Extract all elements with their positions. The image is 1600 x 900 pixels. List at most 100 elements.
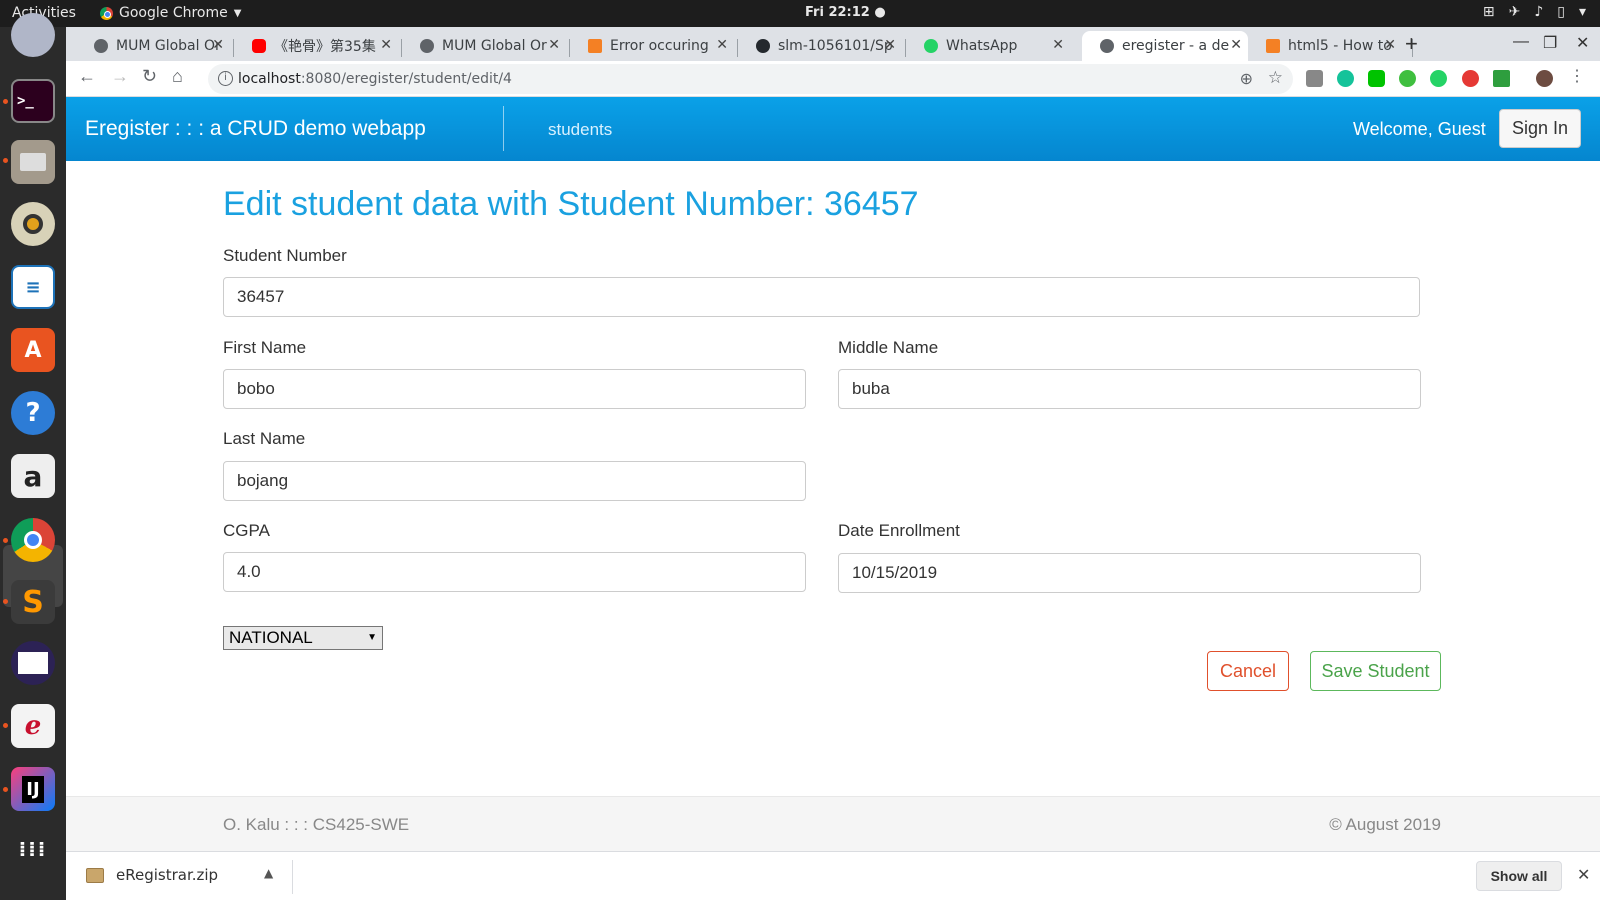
stackoverflow-icon <box>1266 39 1280 53</box>
browser-toolbar: ← → ↻ ⌂ i localhost:8080/eregister/stude… <box>66 61 1600 97</box>
amazon-icon[interactable]: a <box>11 454 55 498</box>
whatsapp-extension-icon[interactable] <box>1430 70 1447 87</box>
cgpa-input[interactable] <box>223 552 806 592</box>
student-number-input[interactable] <box>223 277 1420 317</box>
back-icon[interactable]: ← <box>78 66 96 87</box>
system-tray[interactable]: ⊞ ✈ ♪ ▯ ▾ <box>1483 4 1586 20</box>
github-icon <box>756 39 770 53</box>
help-icon[interactable]: ? <box>11 391 55 435</box>
globe-icon <box>420 39 434 53</box>
running-indicator <box>3 787 8 792</box>
chrome-icon[interactable] <box>11 518 55 562</box>
sign-in-button[interactable]: Sign In <box>1499 109 1581 148</box>
page-title: Edit student data with Student Number: 3… <box>223 185 919 223</box>
date-enrollment-label: Date Enrollment <box>838 521 960 540</box>
zoom-icon[interactable]: ⊕ <box>1240 69 1253 89</box>
last-name-label: Last Name <box>223 429 306 448</box>
rhythmbox-icon[interactable] <box>11 202 55 246</box>
stackoverflow-icon <box>588 39 602 53</box>
close-download-bar-icon[interactable]: ✕ <box>1577 865 1590 884</box>
address-bar[interactable]: i localhost:8080/eregister/student/edit/… <box>208 64 1293 94</box>
close-tab-icon[interactable]: ✕ <box>1052 37 1064 53</box>
close-tab-icon[interactable]: ✕ <box>548 37 560 53</box>
page-footer: O. Kalu : : : CS425-SWE © August 2019 <box>66 796 1600 851</box>
youtube-icon <box>252 39 266 53</box>
url-text: localhost:8080/eregister/student/edit/4 <box>238 71 512 87</box>
eclipse-icon[interactable] <box>11 641 55 685</box>
line-icon[interactable] <box>1368 70 1385 87</box>
extension-cube-icon[interactable] <box>1306 70 1323 87</box>
close-tab-icon[interactable]: ✕ <box>716 37 728 53</box>
globe-icon <box>94 39 108 53</box>
running-indicator <box>3 599 8 604</box>
software-center-icon[interactable]: A <box>11 328 55 372</box>
clock[interactable]: Fri 22:12 ● <box>805 5 886 20</box>
site-info-icon[interactable]: i <box>218 71 233 86</box>
forward-icon[interactable]: → <box>111 66 129 87</box>
close-tab-icon[interactable]: ✕ <box>380 37 392 53</box>
welcome-text: Welcome, Guest <box>1353 119 1486 139</box>
first-name-input[interactable] <box>223 369 806 409</box>
tab-error-occuring[interactable]: Error occuring ✕ <box>570 31 734 61</box>
tab-eregister[interactable]: eregister - a de ✕ <box>1082 31 1248 61</box>
show-all-button[interactable]: Show all <box>1476 861 1562 891</box>
minimize-icon[interactable]: — <box>1513 33 1529 51</box>
close-window-icon[interactable]: ✕ <box>1576 33 1589 53</box>
app-menu[interactable]: Google Chrome ▼ <box>100 5 241 21</box>
adblock-plus-icon[interactable] <box>1462 70 1479 87</box>
airplane-icon: ✈ <box>1508 4 1521 20</box>
chrome-icon <box>100 6 113 20</box>
gnome-top-bar: Activities Google Chrome ▼ Fri 22:12 ● ⊞… <box>0 0 1600 27</box>
clock-text: Fri 22:12 <box>805 5 870 20</box>
navbar-divider <box>503 106 504 151</box>
nav-link-students[interactable]: students <box>548 120 612 140</box>
download-divider <box>292 860 293 894</box>
grammarly-icon[interactable] <box>1337 70 1354 87</box>
tab-whatsapp[interactable]: WhatsApp ✕ <box>906 31 1070 61</box>
menu-kebab-icon[interactable]: ⋮ <box>1569 66 1585 86</box>
url-path: :8080/eregister/student/edit/4 <box>300 71 512 87</box>
profile-avatar[interactable] <box>1536 70 1553 87</box>
whatsapp-icon <box>924 39 938 53</box>
extension-green-icon[interactable] <box>1493 70 1510 87</box>
app-brand[interactable]: Eregister : : : a CRUD demo webapp <box>85 117 426 141</box>
zip-archive-icon <box>86 867 104 883</box>
tab-youtube[interactable]: 《艳骨》第35集 ✕ <box>234 31 398 61</box>
tab-mum-global-1[interactable]: MUM Global Or ✕ <box>76 31 230 61</box>
close-tab-icon[interactable]: ✕ <box>212 37 224 53</box>
student-type-select[interactable]: NATIONAL ▼ <box>223 626 383 650</box>
restore-icon[interactable]: ❐ <box>1543 33 1557 53</box>
middle-name-input[interactable] <box>838 369 1421 409</box>
last-name-input[interactable] <box>223 461 806 501</box>
share-extension-icon[interactable] <box>1399 70 1416 87</box>
terminal-icon[interactable]: >_ <box>11 79 55 123</box>
close-tab-icon[interactable]: ✕ <box>1384 37 1396 53</box>
chevron-down-icon: ▼ <box>233 7 242 19</box>
running-indicator <box>3 723 8 728</box>
close-tab-icon[interactable]: ✕ <box>884 37 896 53</box>
app-name: Google Chrome <box>119 5 228 21</box>
tab-html5[interactable]: html5 - How to ✕ <box>1248 31 1402 61</box>
dock-app-partial-icon[interactable] <box>11 13 55 57</box>
tab-mum-global-2[interactable]: MUM Global Or ✕ <box>402 31 566 61</box>
intellij-idea-icon[interactable]: IJ <box>11 767 55 811</box>
writer-document-icon[interactable]: ≡ <box>11 265 55 309</box>
reload-icon[interactable]: ↻ <box>142 66 157 87</box>
download-item[interactable]: eRegistrar.zip <box>86 866 218 884</box>
home-icon[interactable]: ⌂ <box>172 66 183 87</box>
dropdown-arrow-icon: ▼ <box>367 632 377 643</box>
bookmark-star-icon[interactable]: ☆ <box>1268 68 1283 88</box>
close-tab-icon[interactable]: ✕ <box>1230 37 1242 53</box>
new-tab-button[interactable]: + <box>1405 31 1418 57</box>
tab-github[interactable]: slm-1056101/Sp ✕ <box>738 31 902 61</box>
pdf-viewer-icon[interactable]: ℯ <box>11 704 55 748</box>
battery-icon: ▯ <box>1557 4 1565 20</box>
power-menu-icon: ▾ <box>1578 4 1586 20</box>
show-applications-icon[interactable]: ⁞⁞⁞ <box>11 827 55 871</box>
files-icon[interactable] <box>11 140 55 184</box>
cancel-button[interactable]: Cancel <box>1207 651 1289 691</box>
sublime-text-icon[interactable]: S <box>11 580 55 624</box>
save-student-button[interactable]: Save Student <box>1310 651 1441 691</box>
chevron-up-icon[interactable]: ▲ <box>264 866 273 880</box>
date-enrollment-input[interactable] <box>838 553 1421 593</box>
